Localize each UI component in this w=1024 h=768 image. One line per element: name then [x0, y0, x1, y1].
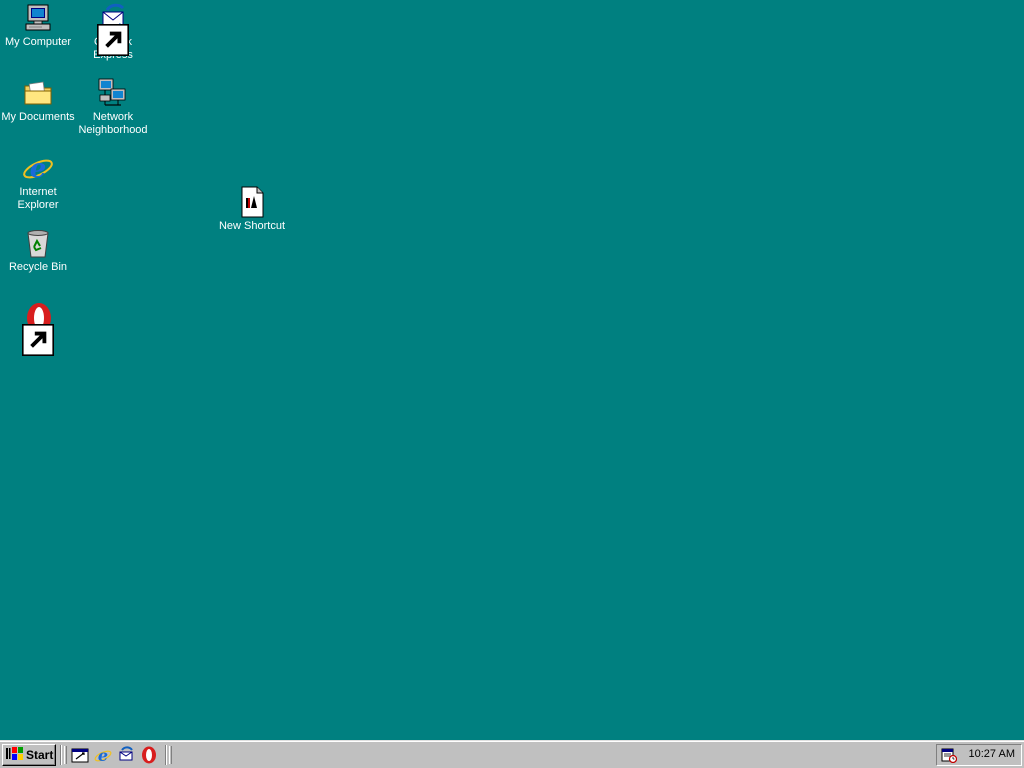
outlook-express-icon [97, 2, 129, 56]
task-area-grip[interactable] [169, 746, 172, 764]
shortcut-arrow-icon [97, 24, 129, 56]
start-label: Start [26, 748, 54, 762]
system-tray: 10:27 AM [936, 744, 1022, 766]
desktop[interactable]: My Computer Outlook Express My Documen [0, 0, 1024, 740]
ie-icon: e [94, 746, 112, 764]
new-shortcut-desktop-icon[interactable]: New Shortcut [214, 186, 290, 233]
folder-icon [22, 77, 54, 109]
network-neighborhood-desktop-icon[interactable]: Network Neighborhood [75, 77, 151, 137]
computer-icon [22, 2, 54, 34]
my-documents-desktop-icon[interactable]: My Documents [0, 77, 76, 124]
quick-launch-grip[interactable] [64, 746, 67, 764]
icon-label: Recycle Bin [8, 261, 68, 273]
opera-desktop-icon[interactable]: Opera [0, 302, 76, 356]
quick-launch-internet-explorer[interactable]: e [94, 746, 112, 764]
shortcut-arrow-icon [22, 324, 54, 356]
icon-label: New Shortcut [218, 220, 286, 232]
my-computer-desktop-icon[interactable]: My Computer [0, 2, 76, 49]
internet-explorer-desktop-icon[interactable]: e Internet Explorer [0, 152, 76, 212]
scheduler-icon[interactable] [941, 747, 957, 763]
show-desktop-icon [71, 746, 89, 764]
icon-label: My Computer [4, 36, 72, 48]
quick-launch-opera[interactable] [140, 746, 158, 764]
taskbar: Start e 10:27 AM [0, 740, 1024, 768]
opera-icon [22, 302, 54, 356]
taskbar-separator [165, 745, 167, 765]
svg-text:e: e [98, 746, 108, 764]
document-icon [236, 186, 268, 218]
icon-label: My Documents [1, 111, 75, 123]
outlook-express-desktop-icon[interactable]: Outlook Express [75, 2, 151, 62]
clock[interactable]: 10:27 AM [969, 748, 1015, 760]
start-button[interactable]: Start [2, 744, 56, 766]
quick-launch-outlook-express[interactable] [117, 746, 135, 764]
recycle-bin-desktop-icon[interactable]: Recycle Bin [0, 227, 76, 274]
taskbar-separator [60, 745, 62, 765]
outlook-express-icon [117, 746, 135, 764]
opera-icon [140, 746, 158, 764]
recycle-bin-icon [22, 227, 54, 259]
svg-text:e: e [30, 154, 47, 184]
icon-label: Internet Explorer [17, 186, 59, 211]
icon-label: Network Neighborhood [78, 111, 148, 136]
quick-launch-show-desktop[interactable] [71, 746, 89, 764]
windows-logo-icon [6, 746, 26, 765]
network-icon [97, 77, 129, 109]
ie-icon: e [22, 152, 54, 184]
